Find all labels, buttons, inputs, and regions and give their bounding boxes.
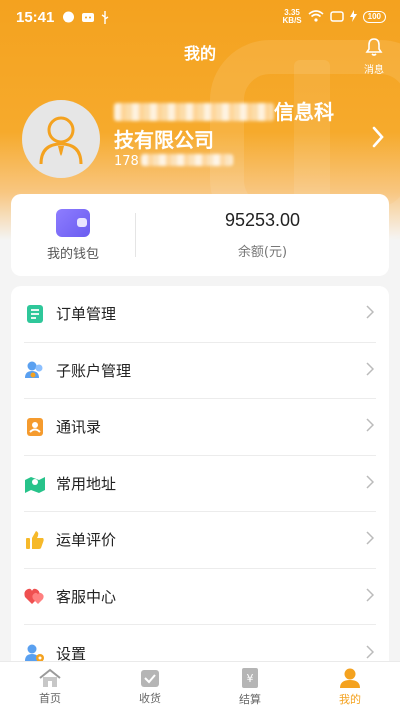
tab-receive[interactable]: 收货 <box>100 662 200 711</box>
wallet-icon <box>56 208 90 237</box>
notification-app-icon <box>81 11 95 23</box>
chevron-right-icon <box>366 361 376 380</box>
menu-item-orders[interactable]: 订单管理 <box>24 286 376 343</box>
tab-label: 首页 <box>39 691 61 705</box>
chevron-right-icon <box>366 587 376 606</box>
chevron-right-icon <box>372 126 384 148</box>
menu-item-waybill-reviews[interactable]: 运单评价 <box>24 512 376 569</box>
tab-label: 结算 <box>239 692 261 706</box>
chevron-right-icon <box>366 530 376 549</box>
status-bar: 15:41 3.35 KB/S 100 <box>0 0 400 34</box>
profile-detail-button[interactable] <box>372 126 384 152</box>
company-name-line2: 技有限公司 <box>114 128 214 152</box>
home-icon <box>39 668 61 687</box>
network-speed: 3.35 KB/S <box>282 8 302 25</box>
receive-icon <box>141 669 159 687</box>
battery-level: 100 <box>362 11 386 23</box>
menu-label: 常用地址 <box>56 474 117 493</box>
heart-service-icon <box>24 585 46 607</box>
bottom-tab-bar: 首页 收货 ¥ 结算 我的 <box>0 661 400 711</box>
avatar[interactable] <box>22 100 100 178</box>
profile-icon <box>340 668 360 688</box>
bell-icon <box>365 38 383 56</box>
menu-item-sub-accounts[interactable]: 子账户管理 <box>24 343 376 399</box>
menu-label: 订单管理 <box>56 305 117 324</box>
wifi-icon <box>308 10 324 24</box>
tab-home[interactable]: 首页 <box>0 662 100 711</box>
menu-label: 运单评价 <box>56 531 117 550</box>
status-time: 15:41 <box>16 8 55 26</box>
chevron-right-icon <box>366 644 376 663</box>
tab-label: 我的 <box>339 692 361 706</box>
balance-caption: 余额(元) <box>237 245 288 260</box>
tab-mine[interactable]: 我的 <box>300 662 400 711</box>
wallet-label: 我的钱包 <box>46 246 99 262</box>
screen-icon <box>329 10 344 24</box>
tab-label: 收货 <box>139 691 161 705</box>
balance-amount: 95253.00 <box>224 210 301 230</box>
company-name-blurred <box>114 103 274 121</box>
wallet-card: 我的钱包 95253.00 余额(元) <box>11 194 389 276</box>
chevron-right-icon <box>366 474 376 493</box>
phone-blurred <box>140 154 233 166</box>
company-name-visible: 信息科 <box>274 100 334 124</box>
chevron-right-icon <box>366 417 376 436</box>
settle-icon: ¥ <box>242 667 258 688</box>
chevron-right-icon <box>366 304 376 323</box>
company-name: 信息科 技有限公司 <box>114 98 354 154</box>
menu-item-contacts[interactable]: 通讯录 <box>24 399 376 456</box>
messages-label: 消息 <box>364 65 384 76</box>
messages-button[interactable]: 消息 <box>362 37 386 76</box>
map-pin-icon <box>24 472 46 494</box>
my-wallet-button[interactable]: 我的钱包 <box>11 208 135 262</box>
svg-text:¥: ¥ <box>247 672 254 685</box>
charging-icon <box>349 10 357 24</box>
menu-label: 通讯录 <box>56 418 102 437</box>
phone-prefix: 178 <box>114 154 139 169</box>
menu-item-customer-service[interactable]: 客服中心 <box>24 569 376 625</box>
contacts-icon <box>24 416 46 438</box>
user-avatar-icon <box>39 116 83 165</box>
phone-number: 178 <box>114 154 233 169</box>
menu-list: 订单管理 子账户管理 通讯录 常用地址 运单评价 客服中心 设置 <box>11 286 389 686</box>
menu-label: 客服中心 <box>56 587 117 606</box>
menu-item-addresses[interactable]: 常用地址 <box>24 456 376 512</box>
order-doc-icon <box>24 303 46 325</box>
balance-area[interactable]: 95253.00 余额(元) <box>136 210 389 260</box>
sub-account-icon <box>24 359 46 381</box>
tab-settle[interactable]: ¥ 结算 <box>200 662 300 711</box>
page-title: 我的 <box>183 44 216 63</box>
thumb-up-icon <box>24 529 46 551</box>
menu-label: 子账户管理 <box>56 361 132 380</box>
chat-bubble-icon <box>62 11 75 24</box>
usb-icon <box>101 10 109 24</box>
